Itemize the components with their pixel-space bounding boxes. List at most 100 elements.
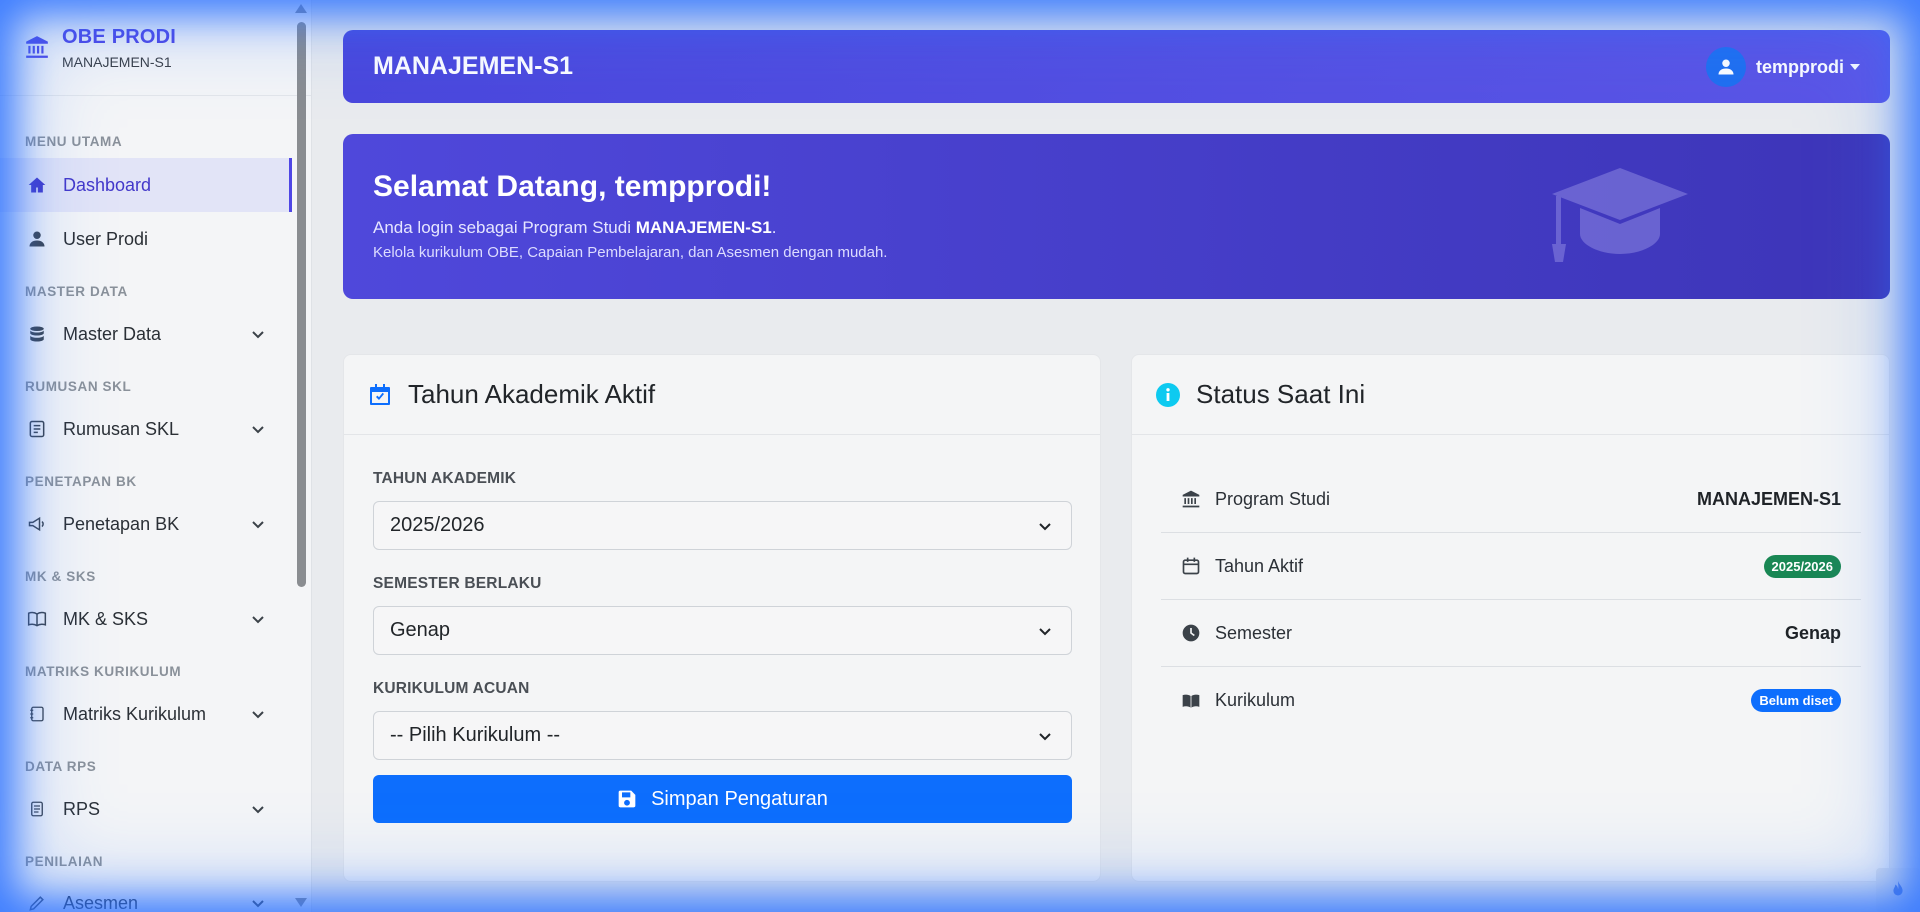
chevron-down-icon xyxy=(252,711,264,719)
chevron-down-icon xyxy=(1039,628,1051,636)
graduation-cap-icon xyxy=(1552,168,1688,262)
semester-select[interactable]: Genap xyxy=(373,606,1072,655)
kurikulum-select[interactable]: -- Pilih Kurikulum -- xyxy=(373,711,1072,760)
status-label: Kurikulum xyxy=(1215,690,1296,710)
kurikulum-acuan-label: KURIKULUM ACUAN xyxy=(373,680,530,697)
card-title: Status Saat Ini xyxy=(1196,379,1366,409)
sidebar: OBE PRODI MANAJEMEN-S1 MENU UTAMA Dashbo… xyxy=(0,0,312,912)
book-open-icon xyxy=(27,609,47,629)
sidebar-item-asesmen[interactable]: Asesmen xyxy=(0,876,292,912)
calendar-check-icon xyxy=(370,383,390,405)
megaphone-icon xyxy=(27,514,47,534)
username: tempprodi xyxy=(1756,56,1844,77)
sidebar-item-label: Matriks Kurikulum xyxy=(63,703,207,724)
brand-title: OBE PRODI xyxy=(62,26,177,48)
chevron-down-icon xyxy=(252,806,264,814)
sidebar-item-label: Asesmen xyxy=(63,892,139,912)
file-text-icon xyxy=(27,799,47,819)
section-matriks-kurikulum: MATRIKS KURIKULUM xyxy=(25,664,182,679)
sidebar-item-label: MK & SKS xyxy=(63,608,149,629)
scroll-up-arrow[interactable] xyxy=(295,4,307,13)
section-penetapan-bk: PENETAPAN BK xyxy=(25,474,137,489)
home-icon xyxy=(27,175,47,195)
status-label: Semester xyxy=(1215,622,1293,643)
chevron-down-icon xyxy=(1039,733,1051,741)
sidebar-item-master-data[interactable]: Master Data xyxy=(0,307,292,361)
user-icon xyxy=(1718,59,1734,75)
scroll-thumb[interactable] xyxy=(297,22,306,587)
select-value: -- Pilih Kurikulum -- xyxy=(390,724,561,746)
pencil-icon xyxy=(27,893,47,912)
chevron-down-icon xyxy=(252,900,264,908)
sidebar-item-rumusan-skl[interactable]: Rumusan SKL xyxy=(0,402,292,456)
user-menu-dropdown[interactable]: tempprodi xyxy=(1706,47,1860,87)
login-info-prodi: MANAJEMEN-S1 xyxy=(635,218,772,237)
calendar-icon xyxy=(1182,557,1200,575)
tahun-akademik-card: Tahun Akademik Aktif TAHUN AKADEMIK 2025… xyxy=(343,354,1101,882)
chevron-down-icon xyxy=(252,331,264,339)
welcome-banner: Selamat Datang, tempprodi! Anda login se… xyxy=(343,134,1890,299)
sidebar-item-matriks-kurikulum[interactable]: Matriks Kurikulum xyxy=(0,687,292,741)
status-row-kurikulum: Kurikulum Belum diset xyxy=(1161,667,1861,734)
button-label: Simpan Pengaturan xyxy=(651,787,828,810)
sidebar-item-label: RPS xyxy=(63,798,101,819)
section-menu-utama: MENU UTAMA xyxy=(25,134,123,149)
status-value: MANAJEMEN-S1 xyxy=(1696,488,1841,509)
chevron-down-icon xyxy=(252,426,264,434)
tahun-akademik-select[interactable]: 2025/2026 xyxy=(373,501,1072,550)
status-value: Genap xyxy=(1784,622,1841,643)
chevron-down-icon xyxy=(252,521,264,529)
sidebar-item-label: Penetapan BK xyxy=(63,513,180,534)
status-badge: 2025/2026 xyxy=(1763,554,1841,578)
card-header: Tahun Akademik Aktif xyxy=(344,355,1100,435)
sidebar-item-mk-sks[interactable]: MK & SKS xyxy=(0,592,292,646)
sidebar-scrollbar[interactable] xyxy=(294,0,308,912)
journal-icon xyxy=(27,704,47,724)
sidebar-item-penetapan-bk[interactable]: Penetapan BK xyxy=(0,497,292,551)
sidebar-item-dashboard[interactable]: Dashboard xyxy=(0,158,292,212)
sidebar-brand[interactable]: OBE PRODI MANAJEMEN-S1 xyxy=(0,0,311,96)
user-icon xyxy=(27,229,47,249)
chevron-down-icon xyxy=(252,616,264,624)
database-icon xyxy=(27,324,47,344)
sidebar-item-label: Dashboard xyxy=(63,174,152,195)
info-circle-icon xyxy=(1156,382,1180,407)
chevron-down-icon xyxy=(1039,523,1051,531)
card-title: Tahun Akademik Aktif xyxy=(408,379,656,409)
semester-berlaku-label: SEMESTER BERLAKU xyxy=(373,575,542,592)
select-value: Genap xyxy=(390,619,451,641)
scroll-down-arrow[interactable] xyxy=(295,898,307,907)
section-rumusan-skl: RUMUSAN SKL xyxy=(25,379,132,394)
fire-icon xyxy=(1893,880,1903,896)
status-saat-ini-card: Status Saat Ini Program Studi MANAJEMEN-… xyxy=(1131,354,1890,882)
select-value: 2025/2026 xyxy=(390,514,485,536)
university-icon xyxy=(26,36,48,58)
tahun-akademik-label: TAHUN AKADEMIK xyxy=(373,470,517,487)
sidebar-item-label: Master Data xyxy=(63,323,162,344)
document-list-icon xyxy=(27,419,47,439)
login-info-prefix: Anda login sebagai Program Studi xyxy=(373,218,636,237)
clock-icon xyxy=(1182,624,1200,642)
section-master-data: MASTER DATA xyxy=(25,284,128,299)
section-penilaian: PENILAIAN xyxy=(25,854,104,869)
university-icon xyxy=(1182,490,1200,508)
book-open-icon xyxy=(1182,694,1200,708)
sidebar-item-user-prodi[interactable]: User Prodi xyxy=(0,212,292,266)
section-data-rps: DATA RPS xyxy=(25,759,97,774)
top-header: MANAJEMEN-S1 tempprodi xyxy=(343,30,1890,103)
status-label: Program Studi xyxy=(1215,488,1331,509)
floating-fire-button[interactable] xyxy=(1876,868,1920,912)
status-row-tahun-aktif: Tahun Aktif 2025/2026 xyxy=(1161,533,1861,600)
sidebar-item-label: Rumusan SKL xyxy=(63,418,180,439)
status-row-semester: Semester Genap xyxy=(1161,600,1861,667)
avatar xyxy=(1706,47,1746,87)
sidebar-item-label: User Prodi xyxy=(63,228,149,249)
status-badge: Belum diset xyxy=(1751,689,1841,712)
sidebar-item-rps[interactable]: RPS xyxy=(0,782,292,836)
section-mk-sks: MK & SKS xyxy=(25,569,96,584)
caret-down-icon xyxy=(1850,64,1860,70)
save-icon xyxy=(618,790,636,808)
status-row-program-studi: Program Studi MANAJEMEN-S1 xyxy=(1161,466,1861,533)
brand-subtitle: MANAJEMEN-S1 xyxy=(62,54,172,70)
simpan-pengaturan-button[interactable]: Simpan Pengaturan xyxy=(373,775,1072,823)
